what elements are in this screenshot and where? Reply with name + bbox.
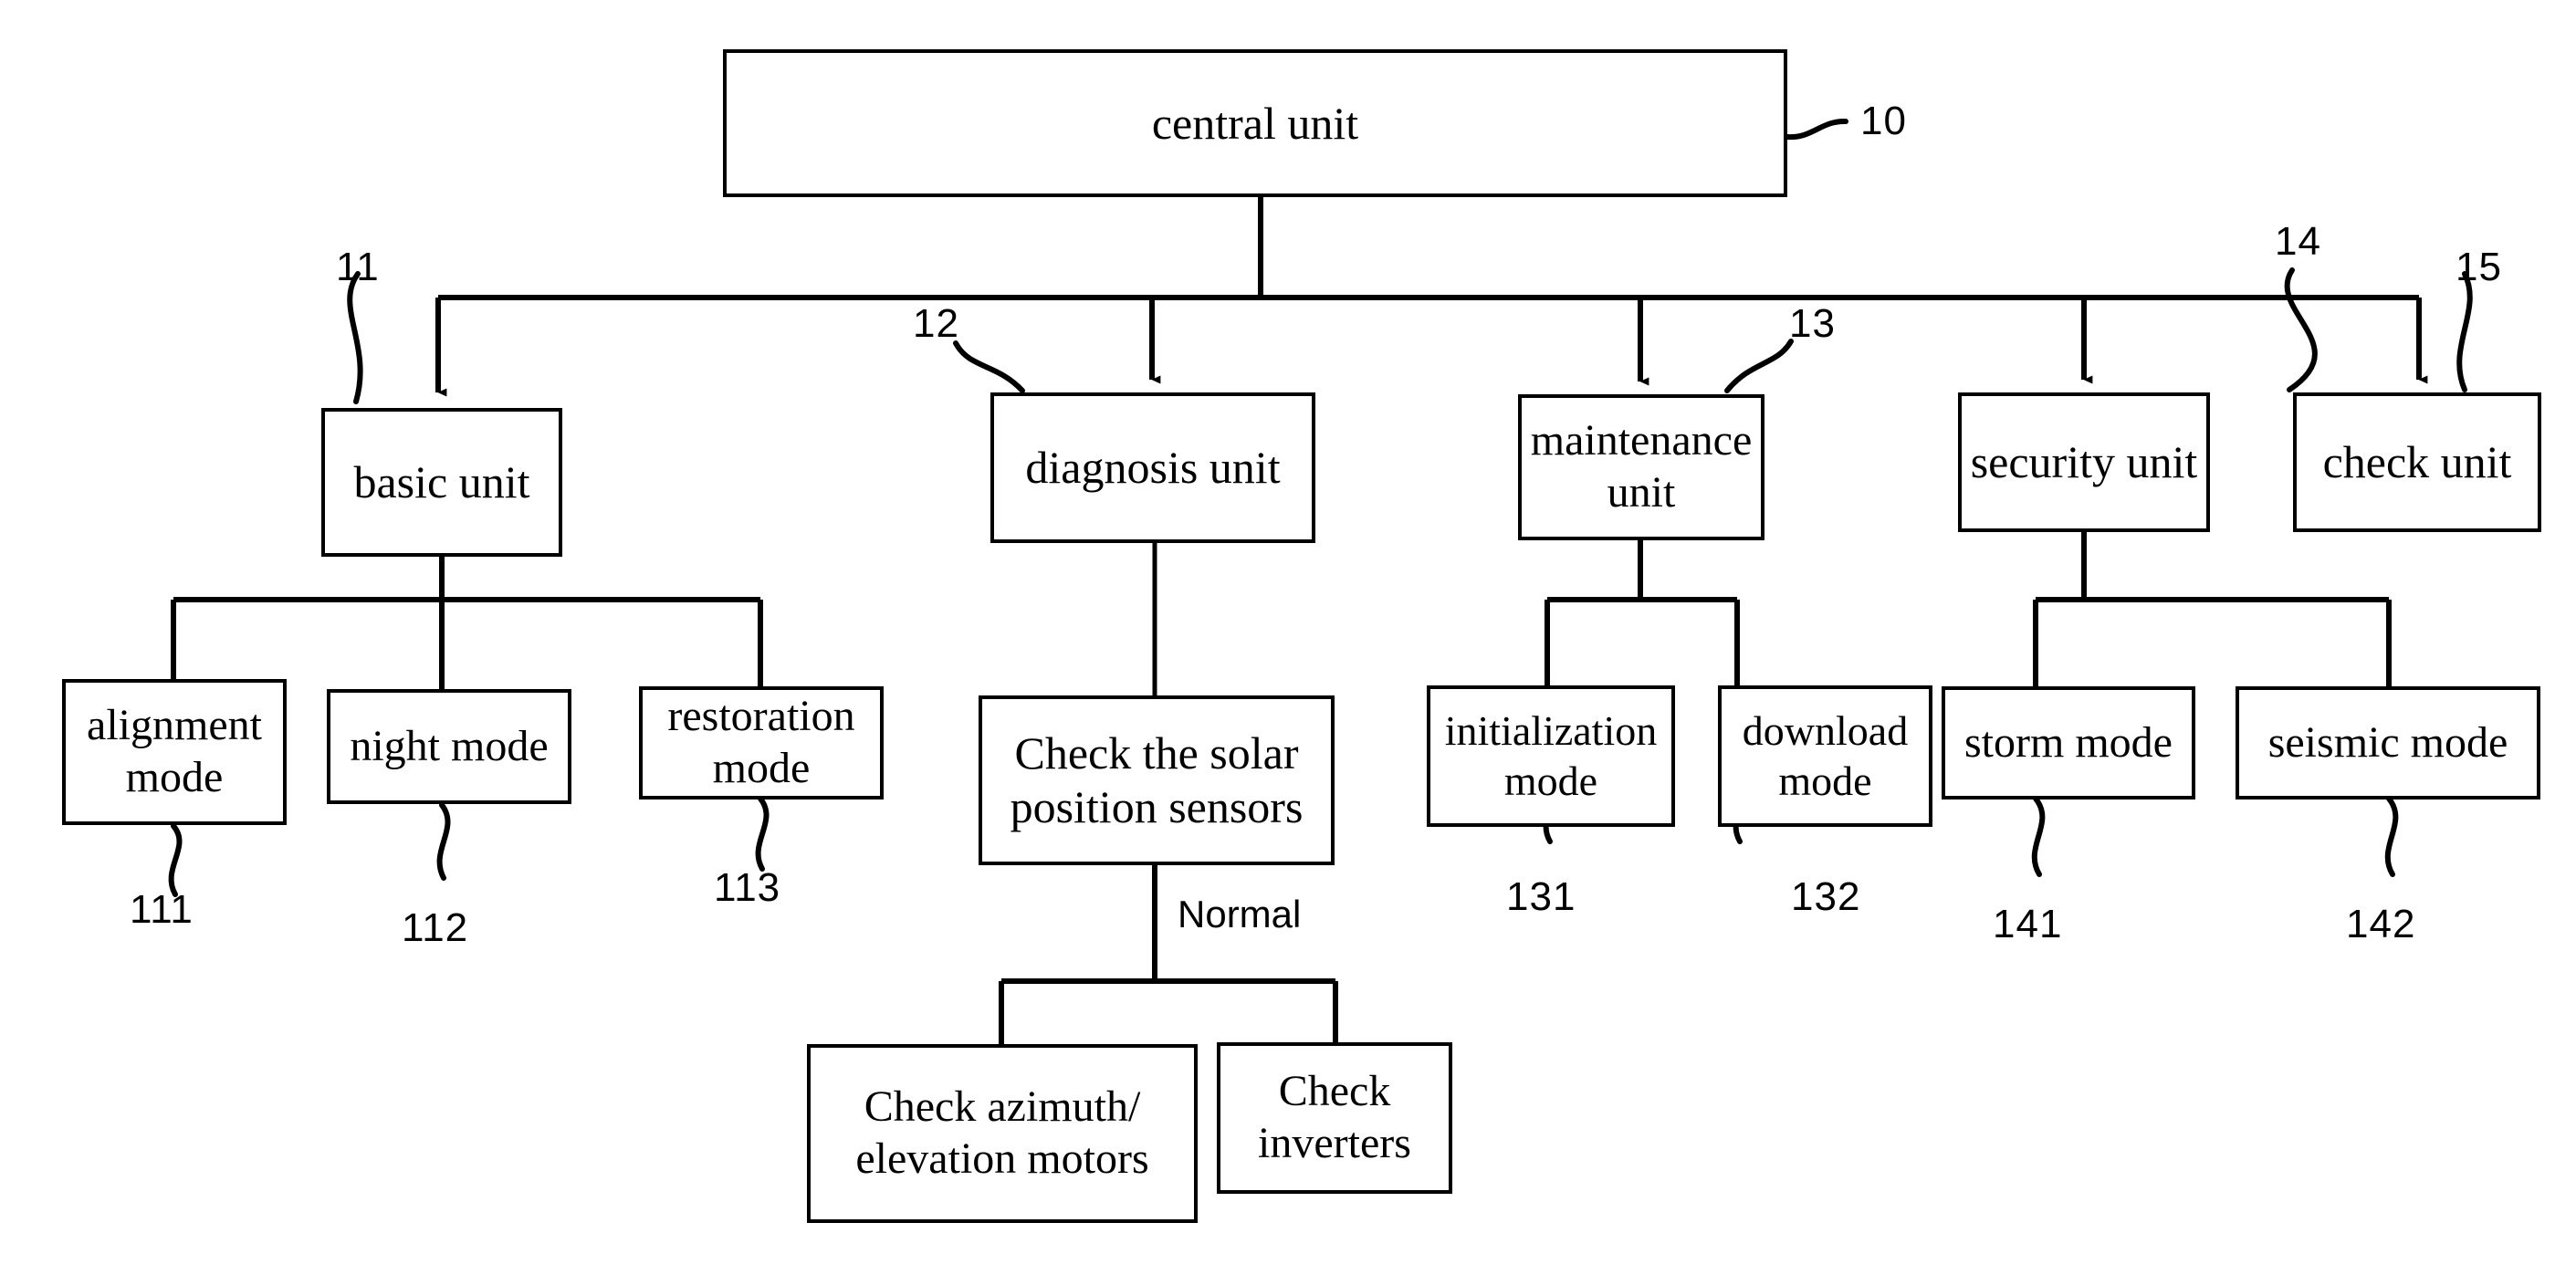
- node-seismic-mode[interactable]: seismic mode: [2236, 686, 2540, 799]
- node-check-unit-label: check unit: [2322, 436, 2512, 487]
- node-alignment-mode-label: alignment mode: [87, 701, 262, 801]
- node-initialization-mode-label: initialization mode: [1444, 707, 1658, 804]
- node-night-mode[interactable]: night mode: [327, 689, 571, 804]
- refnum-12: 12: [913, 301, 959, 346]
- node-basic-unit[interactable]: basic unit: [321, 408, 562, 557]
- node-maintenance-unit-label: maintenance unit: [1530, 416, 1753, 517]
- node-check-motors-label: Check azimuth/ elevation motors: [855, 1082, 1149, 1183]
- node-security-unit-label: security unit: [1970, 436, 2198, 487]
- node-check-solar-sensors-label: Check the solar position sensors: [1010, 727, 1304, 832]
- refnum-14: 14: [2275, 219, 2321, 264]
- refnum-112: 112: [402, 905, 469, 950]
- leader-141: [2031, 796, 2046, 877]
- edge-label-normal: Normal: [1178, 893, 1302, 935]
- leader-12: [953, 340, 1025, 393]
- node-check-motors[interactable]: Check azimuth/ elevation motors: [807, 1044, 1198, 1223]
- refnum-11: 11: [336, 245, 380, 289]
- node-download-mode-label: download mode: [1742, 707, 1909, 804]
- node-check-inverters[interactable]: Check inverters: [1217, 1042, 1452, 1194]
- node-check-solar-sensors[interactable]: Check the solar position sensors: [979, 695, 1335, 865]
- node-check-unit[interactable]: check unit: [2293, 392, 2541, 532]
- leader-13: [1724, 339, 1794, 393]
- node-check-inverters-label: Check inverters: [1258, 1067, 1411, 1167]
- node-diagnosis-unit-label: diagnosis unit: [1025, 442, 1281, 493]
- refnum-131: 131: [1506, 874, 1576, 919]
- refnum-111: 111: [130, 887, 194, 932]
- refnum-113: 113: [714, 865, 781, 910]
- node-restoration-mode-label: restoration mode: [667, 692, 855, 792]
- leader-15: [2456, 271, 2473, 392]
- refnum-13: 13: [1789, 301, 1836, 346]
- leader-112: [436, 802, 451, 881]
- leader-113: [755, 796, 770, 872]
- leader-10: [1785, 118, 1848, 141]
- node-storm-mode[interactable]: storm mode: [1942, 686, 2195, 799]
- node-central-unit[interactable]: central unit: [723, 49, 1787, 197]
- refnum-142: 142: [2346, 902, 2416, 946]
- node-maintenance-unit[interactable]: maintenance unit: [1518, 394, 1764, 540]
- refnum-141: 141: [1993, 902, 2063, 946]
- patent-figure-canvas: central unit basic unit diagnosis unit m…: [0, 0, 2576, 1275]
- node-diagnosis-unit[interactable]: diagnosis unit: [990, 392, 1315, 543]
- node-download-mode[interactable]: download mode: [1718, 685, 1932, 827]
- node-basic-unit-label: basic unit: [353, 456, 530, 507]
- node-central-unit-label: central unit: [1151, 97, 1359, 149]
- refnum-15: 15: [2456, 245, 2502, 289]
- node-alignment-mode[interactable]: alignment mode: [62, 679, 287, 825]
- node-security-unit[interactable]: security unit: [1958, 392, 2210, 532]
- leader-14: [2284, 267, 2318, 392]
- node-restoration-mode[interactable]: restoration mode: [639, 686, 884, 799]
- refnum-10: 10: [1860, 99, 1907, 143]
- refnum-132: 132: [1791, 874, 1861, 919]
- leader-111: [168, 823, 183, 897]
- leader-11: [347, 271, 363, 404]
- node-initialization-mode[interactable]: initialization mode: [1427, 685, 1675, 827]
- node-night-mode-label: night mode: [350, 721, 549, 770]
- node-storm-mode-label: storm mode: [1964, 717, 2173, 767]
- leader-142: [2384, 796, 2399, 877]
- node-seismic-mode-label: seismic mode: [2267, 717, 2508, 767]
